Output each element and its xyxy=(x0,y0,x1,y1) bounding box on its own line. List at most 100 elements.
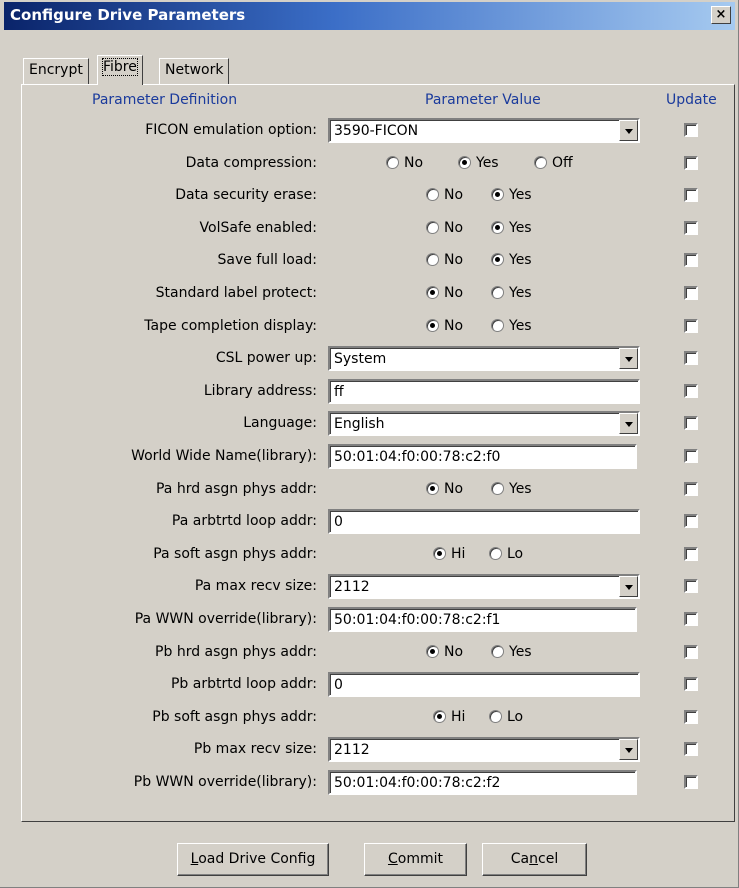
radio-no[interactable] xyxy=(426,253,439,267)
parameter-dropdown[interactable]: 3590-FICON xyxy=(328,118,640,143)
parameter-row: Language: English xyxy=(0,408,739,440)
radio-no[interactable] xyxy=(426,188,439,202)
parameter-text-field[interactable]: 50:01:04:f0:00:78:c2:f2 xyxy=(328,770,637,795)
update-checkbox[interactable] xyxy=(684,677,698,692)
parameter-label: Data security erase: xyxy=(175,187,317,204)
radio-hi[interactable] xyxy=(433,546,446,560)
parameter-label: Tape completion display: xyxy=(144,317,317,334)
parameter-row: Pa arbtrtd loop addr: 0 xyxy=(0,506,739,538)
radio-no[interactable] xyxy=(426,220,439,234)
radio-label: Yes xyxy=(509,285,532,301)
update-checkbox[interactable] xyxy=(684,481,698,496)
parameter-value: 0 xyxy=(334,677,343,694)
update-checkbox[interactable] xyxy=(684,644,698,659)
parameter-label: World Wide Name(library): xyxy=(131,448,317,464)
parameter-label: Pa max recv size: xyxy=(194,578,317,595)
parameter-value: 2112 xyxy=(334,579,370,596)
parameter-row: Pb arbtrtd loop addr: 0 xyxy=(0,669,739,701)
chevron-down-icon[interactable] xyxy=(619,413,638,435)
radio-off[interactable] xyxy=(534,155,547,169)
update-checkbox[interactable] xyxy=(684,449,698,463)
radio-label: Yes xyxy=(509,643,532,660)
update-checkbox[interactable] xyxy=(684,351,698,366)
update-checkbox[interactable] xyxy=(684,220,698,235)
commit-button[interactable]: Commit xyxy=(364,843,467,876)
radio-label: Hi xyxy=(451,545,466,562)
close-button[interactable]: × xyxy=(711,6,731,24)
update-checkbox[interactable] xyxy=(684,612,698,626)
radio-label: No xyxy=(444,285,464,301)
update-checkbox[interactable] xyxy=(684,579,698,594)
update-checkbox[interactable] xyxy=(684,123,698,137)
parameter-value: English xyxy=(334,416,385,433)
cancel-button-accel: n xyxy=(529,851,539,867)
parameter-text-field[interactable]: 50:01:04:f0:00:78:c2:f0 xyxy=(328,444,637,469)
chevron-down-icon[interactable] xyxy=(619,348,638,370)
radio-no[interactable] xyxy=(426,644,439,658)
update-checkbox[interactable] xyxy=(684,155,698,170)
radio-lo[interactable] xyxy=(489,546,502,560)
cancel-button[interactable]: Cancel xyxy=(482,843,587,876)
radio-no[interactable] xyxy=(426,286,439,299)
radio-hi[interactable] xyxy=(433,709,446,723)
radio-yes[interactable] xyxy=(491,318,504,332)
parameter-text-field[interactable]: 0 xyxy=(328,509,640,535)
title-bar[interactable]: Configure Drive Parameters × xyxy=(4,2,735,30)
load-drive-config-button[interactable]: Load Drive Config xyxy=(177,843,329,876)
radio-label: Yes xyxy=(509,480,532,497)
parameter-label: Pb max recv size: xyxy=(193,741,317,758)
radio-yes[interactable] xyxy=(491,253,504,267)
parameter-dropdown[interactable]: English xyxy=(328,411,640,437)
update-checkbox[interactable] xyxy=(684,318,698,333)
update-checkbox[interactable] xyxy=(684,286,698,300)
parameter-row: Data compression: No Yes Off xyxy=(0,148,739,180)
radio-yes[interactable] xyxy=(491,644,504,658)
window-title: Configure Drive Parameters xyxy=(10,6,246,24)
update-checkbox[interactable] xyxy=(684,416,698,431)
parameter-label: Pb hrd asgn phys addr: xyxy=(155,643,317,660)
radio-yes[interactable] xyxy=(491,286,504,299)
parameter-value: 3590-FICON xyxy=(334,123,419,139)
radio-yes[interactable] xyxy=(458,155,471,169)
radio-yes[interactable] xyxy=(491,481,504,495)
radio-no[interactable] xyxy=(426,318,439,332)
parameter-label: Library address: xyxy=(203,382,317,399)
radio-no[interactable] xyxy=(386,155,399,169)
parameter-row: Pb soft asgn phys addr: Hi Lo xyxy=(0,702,739,734)
radio-lo[interactable] xyxy=(489,709,502,723)
update-checkbox[interactable] xyxy=(684,188,698,203)
parameter-row: Pb hrd asgn phys addr: No Yes xyxy=(0,637,739,669)
parameter-text-field[interactable]: ff xyxy=(328,378,640,404)
parameter-dropdown[interactable]: 2112 xyxy=(328,737,640,763)
update-checkbox[interactable] xyxy=(684,775,698,789)
update-checkbox[interactable] xyxy=(684,514,698,529)
parameter-label: Pa arbtrtd loop addr: xyxy=(171,513,317,530)
parameter-text-field[interactable]: 50:01:04:f0:00:78:c2:f1 xyxy=(328,607,637,632)
chevron-down-icon[interactable] xyxy=(619,120,638,141)
radio-label: Yes xyxy=(509,317,532,334)
parameter-row: Pb WWN override(library): 50:01:04:f0:00:… xyxy=(0,767,739,799)
parameter-dropdown[interactable]: System xyxy=(328,346,640,372)
radio-no[interactable] xyxy=(426,481,439,495)
chevron-down-icon[interactable] xyxy=(619,739,638,761)
parameter-text-field[interactable]: 0 xyxy=(328,672,640,698)
radio-yes[interactable] xyxy=(491,188,504,202)
parameter-label: Save full load: xyxy=(217,252,317,269)
parameter-row: Standard label protect: No Yes xyxy=(0,278,739,310)
update-checkbox[interactable] xyxy=(684,742,698,757)
update-checkbox[interactable] xyxy=(684,383,698,398)
update-checkbox[interactable] xyxy=(684,709,698,724)
parameter-label: CSL power up: xyxy=(215,350,317,367)
parameter-row: Pa soft asgn phys addr: Hi Lo xyxy=(0,539,739,571)
update-checkbox[interactable] xyxy=(684,253,698,268)
update-checkbox[interactable] xyxy=(684,546,698,561)
parameter-dropdown[interactable]: 2112 xyxy=(328,574,640,600)
tab-fibre[interactable]: Fibre xyxy=(97,55,143,85)
tab-network[interactable]: Network xyxy=(159,58,230,84)
chevron-down-icon[interactable] xyxy=(619,576,638,598)
parameter-label: Pa hrd asgn phys addr: xyxy=(155,480,317,497)
tab-encrypt[interactable]: Encrypt xyxy=(23,58,89,84)
parameter-row: Pa max recv size: 2112 xyxy=(0,571,739,603)
radio-yes[interactable] xyxy=(491,220,504,234)
commit-button-accel: C xyxy=(387,851,398,867)
